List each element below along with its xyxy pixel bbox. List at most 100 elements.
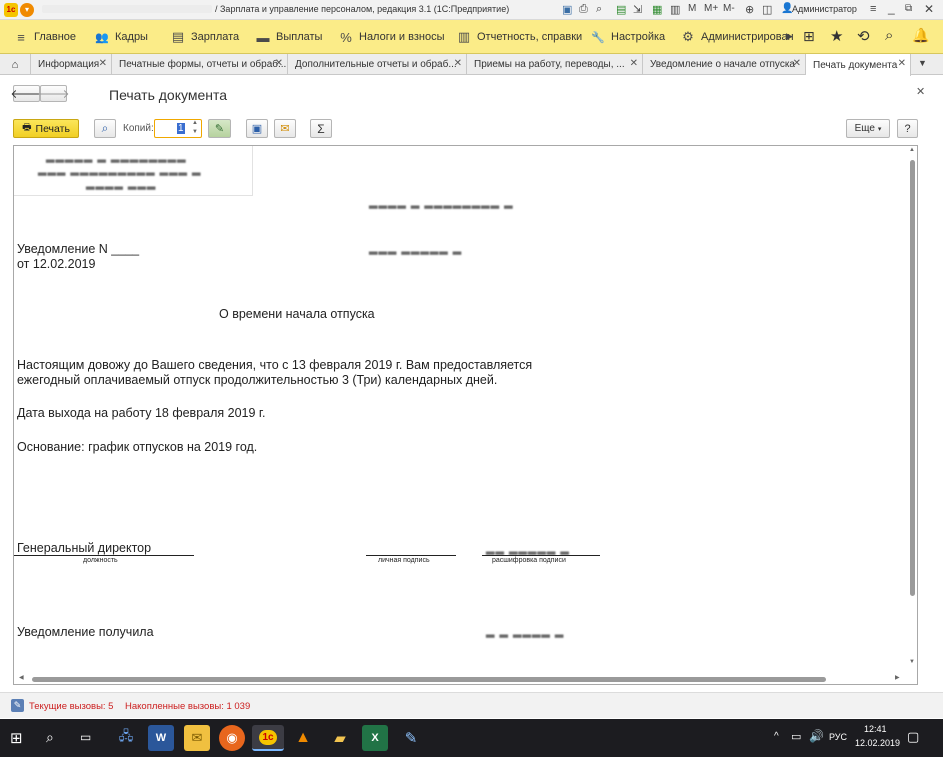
copies-label: Копий: [123, 123, 154, 134]
restore-icon[interactable]: ⧉ [905, 3, 912, 14]
volume-tray-icon[interactable]: 🔊 [809, 729, 824, 743]
forward-button[interactable]: 🡒 [37, 85, 70, 102]
menu-glavnoe[interactable]: ≡ Главное [14, 20, 76, 54]
taskbar-app-notes-icon[interactable]: ✉ [184, 725, 210, 751]
tray-expand-icon[interactable]: ^ [774, 731, 779, 742]
close-icon[interactable]: ✕ [924, 2, 934, 16]
menu-zarplata[interactable]: ▤ Зарплата [171, 20, 239, 54]
close-tab-icon[interactable]: ✕ [275, 58, 283, 69]
calendar-icon[interactable]: ▥ [670, 3, 680, 16]
m-icon[interactable]: M [688, 3, 696, 14]
edit-mode-button[interactable]: ✎ [208, 119, 231, 138]
notifications-icon[interactable]: ▢ [907, 729, 919, 745]
wrench-icon: 🔧 [591, 31, 605, 44]
save-button[interactable]: ▣ [246, 119, 268, 138]
vertical-scroll-thumb[interactable] [910, 160, 915, 596]
tab-priemy[interactable]: Приемы на работу, переводы, ... ✕ [467, 54, 643, 75]
decoding-underline [482, 555, 600, 556]
document-preview[interactable]: ▂▂▂▂▂ ▂ ▂▂▂▂▂▂▂▂ ▂▂▂ ▂▂▂▂▂▂▂▂▂ ▂▂▂ ▂ ▂▂▂… [13, 145, 918, 685]
scroll-down-icon[interactable]: ▼ [909, 659, 915, 665]
vertical-scrollbar[interactable]: ▲ ▼ [907, 146, 917, 670]
preview-icon[interactable]: ⌕ [596, 3, 602, 16]
chevron-down-icon: ▾ [877, 125, 882, 133]
scroll-right-icon[interactable]: ▶ [895, 674, 900, 681]
taskbar-app-excel-icon[interactable]: X [362, 725, 388, 751]
spin-up-icon[interactable]: ▲ [192, 120, 198, 126]
taskbar-app-explorer-icon[interactable]: ▰ [327, 725, 353, 751]
windows-start-icon[interactable]: ⊞ [10, 729, 23, 747]
tab-dopolnitelnye-otchety[interactable]: Дополнительные отчеты и обраб... ✕ [288, 54, 467, 75]
zoom-icon[interactable]: ⊕ [745, 3, 754, 16]
tab-uvedomlenie[interactable]: Уведомление о начале отпуска ✕ [643, 54, 806, 75]
menu-administrirovanie[interactable]: ⚙ Администрирован [681, 20, 793, 54]
horizontal-scroll-thumb[interactable] [32, 677, 826, 682]
menu-nastroyka[interactable]: 🔧 Настройка [591, 20, 665, 54]
bell-icon[interactable]: 🔔 [912, 27, 929, 44]
copies-input[interactable]: 1 ▲ ▼ [154, 119, 202, 138]
close-tab-icon[interactable]: ✕ [454, 58, 462, 69]
menu-icon[interactable]: ≡ [870, 3, 876, 15]
scroll-up-icon[interactable]: ▲ [909, 147, 915, 153]
scroll-left-icon[interactable]: ◀ [19, 674, 24, 681]
search-icon[interactable]: ⌕ [885, 27, 893, 44]
home-icon: ⌂ [11, 58, 19, 71]
menu-nalogi[interactable]: % Налоги и взносы [339, 20, 444, 54]
tab-pechatnye-formy[interactable]: Печатные формы, отчеты и обраб... ✕ [112, 54, 288, 75]
grid-icon[interactable]: ⊞ [803, 28, 815, 45]
export-icon[interactable]: ⇲ [633, 3, 642, 16]
taskbar-app-paint-icon[interactable]: ✎ [398, 725, 424, 751]
back-button[interactable]: 🡐 [10, 85, 43, 102]
mminus-icon[interactable]: M- [723, 3, 735, 14]
more-button[interactable]: Еще ▾ [846, 119, 890, 138]
search-icon[interactable]: ⌕ [46, 729, 54, 746]
horizontal-scrollbar[interactable]: ◀ ▶ [14, 673, 907, 684]
calculator-icon: ▤ [171, 29, 185, 44]
menu-more-arrow-icon[interactable]: ▶ [786, 31, 793, 42]
tab-pechat-dokumenta[interactable]: Печать документа ✕ [806, 54, 911, 76]
chevron-down-icon[interactable]: ▾ [20, 3, 34, 17]
clock-date[interactable]: 12.02.2019 [855, 738, 900, 748]
user-name[interactable]: Администратор [792, 4, 857, 14]
close-tab-icon[interactable]: ✕ [793, 58, 801, 69]
help-button[interactable]: ? [897, 119, 918, 138]
history-icon[interactable]: ⟲ [857, 27, 870, 45]
print-icon[interactable]: ⎙ [579, 3, 588, 16]
tab-home[interactable]: ⌂ [0, 54, 31, 75]
taskbar-app-network-icon[interactable]: 🖧 [113, 725, 139, 751]
tabs-dropdown-icon[interactable]: ▼ [918, 58, 927, 68]
network-tray-icon[interactable]: ▭ [791, 730, 801, 743]
save-icon[interactable]: ▣ [562, 3, 572, 16]
more-button-label: Еще [854, 123, 875, 134]
taskbar-app-word-icon[interactable]: W [148, 725, 174, 751]
menu-otchetnost[interactable]: ▥ Отчетность, справки [457, 20, 582, 54]
keyboard-language[interactable]: РУС [829, 732, 847, 742]
tab-informatsiya[interactable]: Информация ✕ [31, 54, 112, 75]
close-form-icon[interactable]: ✕ [916, 85, 925, 98]
close-tab-icon[interactable]: ✕ [898, 58, 906, 69]
taskbar-app-1c-icon[interactable]: 1с [252, 725, 284, 751]
print-button[interactable]: 🖶 Печать [13, 119, 79, 138]
calc-icon[interactable]: ▦ [652, 3, 662, 16]
sum-button[interactable]: Σ [310, 119, 332, 138]
app-logo-icon[interactable]: 1c [4, 3, 18, 17]
menu-kadry[interactable]: 👥 Кадры [95, 20, 148, 54]
mplus-icon[interactable]: M+ [704, 3, 718, 14]
preview-button[interactable]: ⌕ [94, 119, 116, 138]
clock-time[interactable]: 12:41 [864, 724, 887, 734]
panel-icon[interactable]: ◫ [762, 3, 772, 16]
minimize-icon[interactable]: _ [888, 1, 895, 15]
menu-vyplaty[interactable]: ▬ Выплаты [256, 20, 323, 54]
menu-label: Зарплата [191, 31, 240, 43]
send-email-button[interactable]: ✉ [274, 119, 296, 138]
doc-icon[interactable]: ▤ [616, 3, 626, 16]
task-view-icon[interactable]: ▭ [80, 730, 91, 744]
star-icon[interactable]: ★ [830, 27, 843, 45]
sigma-icon: Σ [317, 121, 325, 136]
taskbar-app-firefox-icon[interactable]: ◉ [219, 725, 245, 751]
close-tab-icon[interactable]: ✕ [630, 58, 638, 69]
print-button-label: Печать [35, 122, 70, 135]
spin-down-icon[interactable]: ▼ [192, 129, 198, 135]
redacted-signer-name: ▂▂ ▂▂▂▂▂ ▂ [486, 543, 570, 555]
taskbar-app-vlc-icon[interactable]: ▲ [290, 725, 316, 751]
close-tab-icon[interactable]: ✕ [99, 58, 107, 69]
